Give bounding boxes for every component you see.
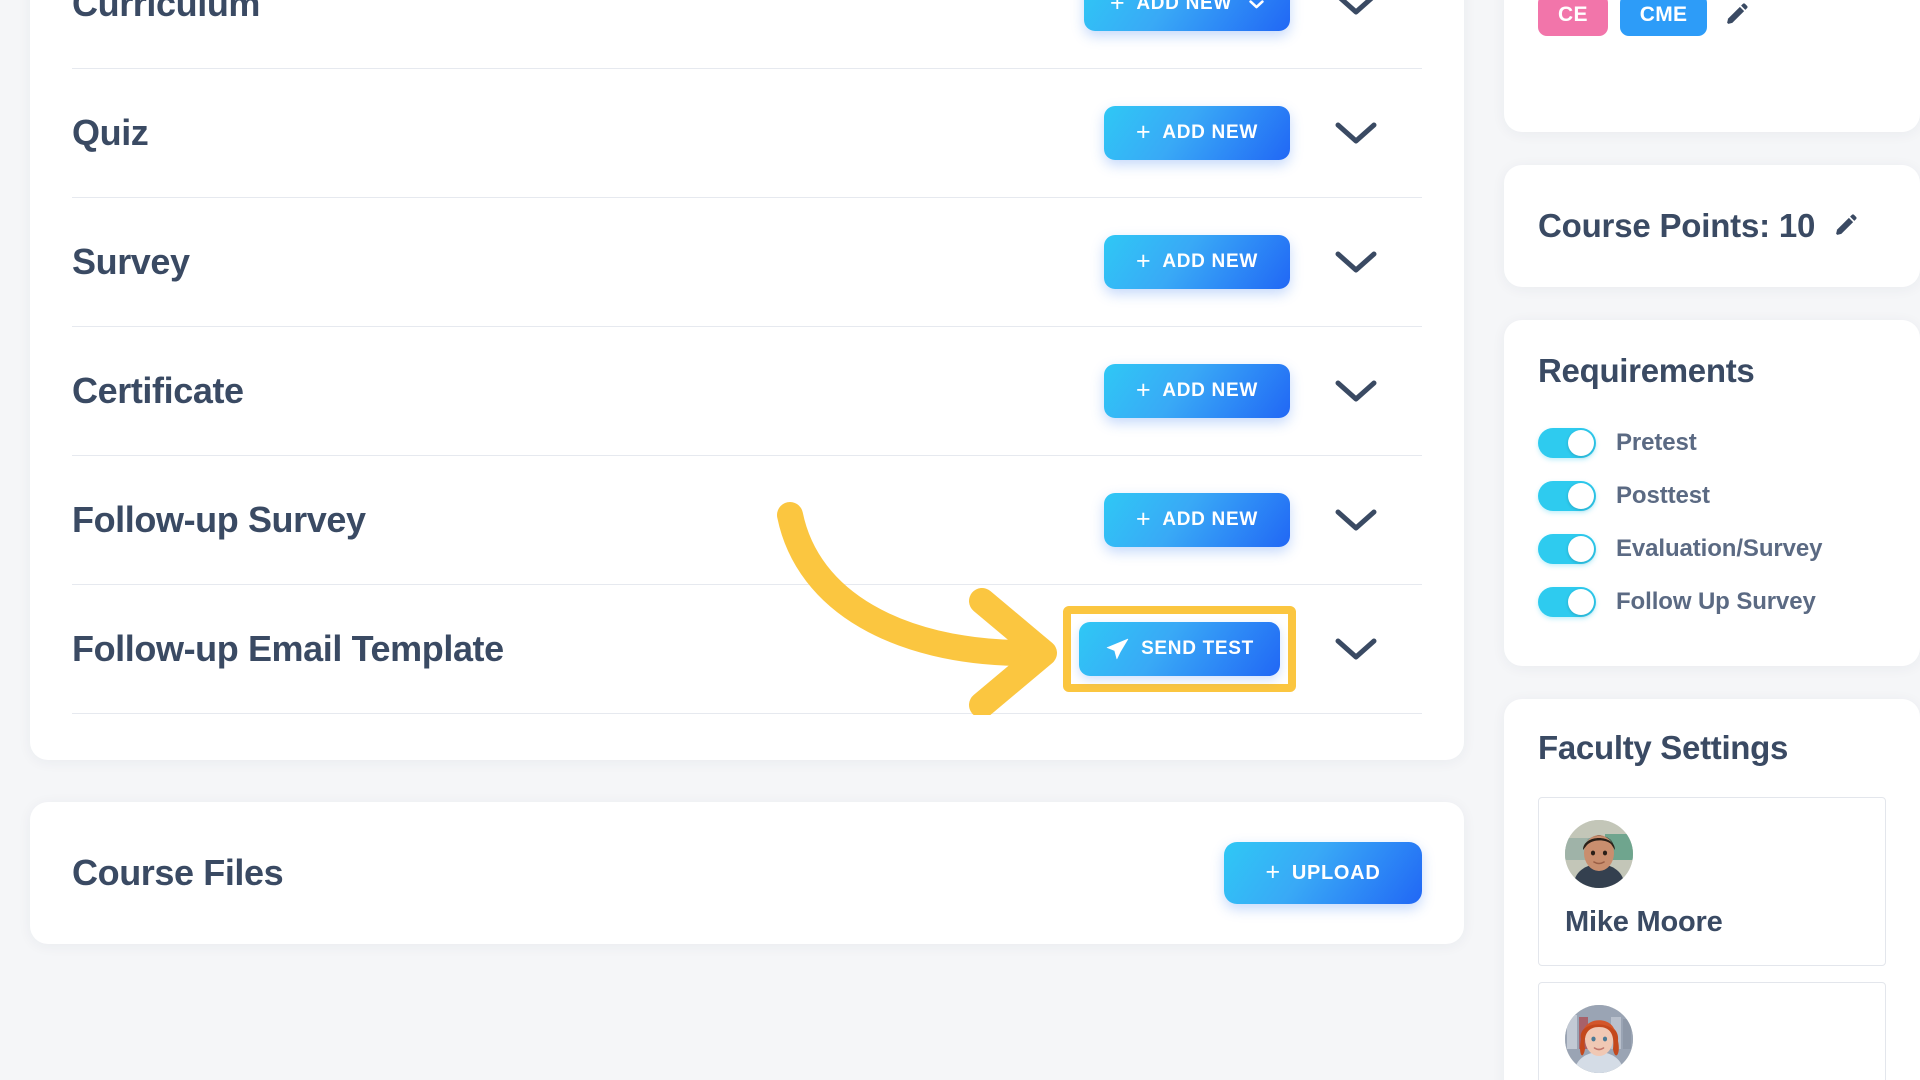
section-action-wrap: + ADD NEW bbox=[1060, 106, 1290, 160]
section-row-certificate: Certificate + ADD NEW bbox=[72, 327, 1422, 456]
add-new-curriculum-button[interactable]: + ADD NEW bbox=[1084, 0, 1290, 31]
faculty-settings-card: Faculty Settings Mike Moore bbox=[1504, 699, 1920, 1080]
requirement-item-evaluation-survey: Evaluation/Survey bbox=[1538, 522, 1886, 575]
requirement-item-posttest: Posttest bbox=[1538, 469, 1886, 522]
section-title: Follow-up Email Template bbox=[72, 628, 504, 669]
section-row-quiz: Quiz + ADD NEW bbox=[72, 69, 1422, 198]
button-label: SEND TEST bbox=[1141, 638, 1254, 659]
button-label: ADD NEW bbox=[1162, 122, 1258, 143]
faculty-settings-heading: Faculty Settings bbox=[1538, 729, 1789, 766]
plus-icon: + bbox=[1136, 246, 1152, 275]
course-points-card: Course Points: 10 bbox=[1504, 165, 1920, 287]
faculty-member-item[interactable]: Mike Moore bbox=[1538, 797, 1886, 966]
button-label: ADD NEW bbox=[1162, 251, 1258, 272]
section-action-wrap: + ADD NEW bbox=[1060, 364, 1290, 418]
section-list: Curriculum + ADD NEW Quiz + ADD NEW Surv… bbox=[30, 0, 1464, 760]
course-points-row: Course Points: 10 bbox=[1538, 207, 1886, 245]
paper-plane-icon bbox=[1105, 637, 1130, 662]
course-builder-page: Curriculum + ADD NEW Quiz + ADD NEW Surv… bbox=[0, 0, 1920, 1080]
section-action-wrap: SEND TEST bbox=[1060, 606, 1296, 692]
add-new-quiz-button[interactable]: + ADD NEW bbox=[1104, 106, 1290, 160]
plus-icon: + bbox=[1110, 0, 1126, 17]
requirements-list: Pretest Posttest Evaluation/Survey Follo… bbox=[1538, 416, 1886, 628]
requirement-label: Follow Up Survey bbox=[1616, 587, 1816, 615]
category-tag-cme[interactable]: CME bbox=[1619, 0, 1708, 36]
requirement-label: Pretest bbox=[1616, 428, 1697, 456]
course-content-card: Curriculum + ADD NEW Quiz + ADD NEW Surv… bbox=[30, 0, 1464, 760]
section-title: Certificate bbox=[72, 370, 244, 411]
requirement-item-pretest: Pretest bbox=[1538, 416, 1886, 469]
category-tag-ce[interactable]: CE bbox=[1538, 0, 1608, 36]
button-label: ADD NEW bbox=[1162, 380, 1258, 401]
course-files-card: Course Files + UPLOAD bbox=[30, 802, 1464, 944]
plus-icon: + bbox=[1265, 857, 1281, 886]
chevron-down-icon bbox=[1249, 0, 1264, 9]
section-title: Quiz bbox=[72, 112, 149, 153]
section-action-wrap: + ADD NEW bbox=[1060, 235, 1290, 289]
faculty-member-item[interactable] bbox=[1538, 982, 1886, 1080]
requirement-label: Posttest bbox=[1616, 481, 1710, 509]
categories-tag-row: CE CME bbox=[1538, 0, 1886, 102]
upload-button[interactable]: + UPLOAD bbox=[1224, 842, 1422, 904]
send-test-button[interactable]: SEND TEST bbox=[1079, 622, 1280, 676]
section-title: Survey bbox=[72, 241, 190, 282]
faculty-list: Mike Moore bbox=[1538, 797, 1886, 1080]
categories-card: Categories CE CME bbox=[1504, 0, 1920, 132]
sidebar: Categories CE CME Course Points: 10 Requ… bbox=[1504, 0, 1920, 1080]
avatar bbox=[1565, 820, 1633, 888]
pencil-icon[interactable] bbox=[1832, 213, 1858, 239]
add-new-survey-button[interactable]: + ADD NEW bbox=[1104, 235, 1290, 289]
section-row-followup-email-template: Follow-up Email Template SEND TEST bbox=[72, 585, 1422, 714]
faculty-member-name: Mike Moore bbox=[1565, 906, 1723, 938]
section-title: Curriculum bbox=[72, 0, 261, 24]
section-row-curriculum: Curriculum + ADD NEW bbox=[72, 0, 1422, 69]
toggle-follow-up-survey[interactable] bbox=[1538, 586, 1596, 617]
section-action-wrap: + ADD NEW bbox=[1060, 0, 1290, 31]
plus-icon: + bbox=[1136, 117, 1152, 146]
avatar bbox=[1565, 1005, 1633, 1073]
section-title: Follow-up Survey bbox=[72, 499, 366, 540]
chevron-down-icon bbox=[1335, 509, 1377, 531]
send-test-highlight-box: SEND TEST bbox=[1063, 606, 1296, 692]
toggle-knob bbox=[1568, 588, 1594, 615]
add-new-followup-survey-button[interactable]: + ADD NEW bbox=[1104, 493, 1290, 547]
button-label: UPLOAD bbox=[1291, 861, 1381, 884]
add-new-certificate-button[interactable]: + ADD NEW bbox=[1104, 364, 1290, 418]
toggle-knob bbox=[1568, 482, 1594, 509]
toggle-posttest[interactable] bbox=[1538, 480, 1596, 511]
toggle-pretest[interactable] bbox=[1538, 427, 1596, 458]
course-files-title: Course Files bbox=[72, 852, 284, 893]
requirements-heading: Requirements bbox=[1538, 352, 1755, 389]
plus-icon: + bbox=[1136, 504, 1152, 533]
button-label: ADD NEW bbox=[1136, 0, 1232, 14]
course-points-label: Course Points: 10 bbox=[1538, 207, 1816, 244]
expand-toggle-quiz[interactable] bbox=[1290, 121, 1422, 145]
toggle-evaluation-survey[interactable] bbox=[1538, 533, 1596, 564]
expand-toggle-followup-email-template[interactable] bbox=[1290, 637, 1422, 661]
expand-toggle-survey[interactable] bbox=[1290, 250, 1422, 274]
section-action-wrap: + ADD NEW bbox=[1060, 493, 1290, 547]
expand-toggle-curriculum[interactable] bbox=[1290, 0, 1422, 16]
toggle-knob bbox=[1568, 429, 1594, 456]
plus-icon: + bbox=[1136, 375, 1152, 404]
chevron-down-icon bbox=[1338, 0, 1374, 15]
chevron-down-icon bbox=[1335, 251, 1377, 273]
requirement-item-follow-up-survey: Follow Up Survey bbox=[1538, 575, 1886, 628]
pencil-icon[interactable] bbox=[1723, 2, 1749, 28]
section-row-followup-survey: Follow-up Survey + ADD NEW bbox=[72, 456, 1422, 585]
requirement-label: Evaluation/Survey bbox=[1616, 534, 1823, 562]
requirements-card: Requirements Pretest Posttest Evaluation… bbox=[1504, 320, 1920, 666]
expand-toggle-followup-survey[interactable] bbox=[1290, 508, 1422, 532]
chevron-down-icon bbox=[1335, 380, 1377, 402]
toggle-knob bbox=[1568, 535, 1594, 562]
chevron-down-icon bbox=[1335, 122, 1377, 144]
button-label: ADD NEW bbox=[1162, 509, 1258, 530]
expand-toggle-certificate[interactable] bbox=[1290, 379, 1422, 403]
section-row-survey: Survey + ADD NEW bbox=[72, 198, 1422, 327]
chevron-down-icon bbox=[1335, 638, 1377, 660]
main-column: Curriculum + ADD NEW Quiz + ADD NEW Surv… bbox=[30, 0, 1464, 944]
